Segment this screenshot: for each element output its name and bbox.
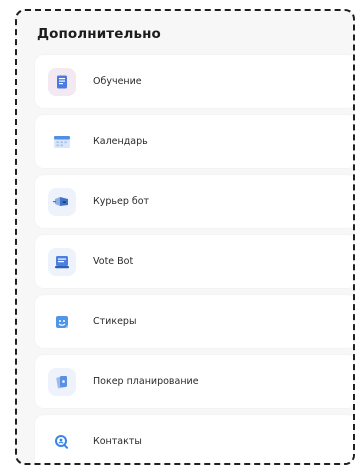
book-icon [48, 67, 76, 96]
menu-list: Обучение Календарь Курьер бот Vote Bot С… [35, 55, 353, 463]
menu-item-label: Календарь [93, 136, 148, 147]
menu-item-label: Обучение [93, 76, 142, 87]
menu-item-label: Покер планирование [93, 376, 199, 387]
poker-cards-icon [48, 367, 76, 396]
menu-item-label: Курьер бот [93, 196, 150, 207]
menu-item-label: Vote Bot [93, 256, 134, 267]
section-title: Дополнительно [37, 26, 161, 42]
calendar-icon [48, 128, 76, 156]
menu-item-courier-bot[interactable]: Курьер бот [35, 175, 353, 228]
menu-item-learning[interactable]: Обучение [35, 55, 353, 108]
menu-item-label: Контакты [93, 436, 142, 447]
menu-item-planning-poker[interactable]: Покер планирование [35, 355, 353, 408]
contacts-search-icon [48, 428, 76, 456]
vote-bot-icon [48, 247, 76, 276]
menu-item-stickers[interactable]: Стикеры [35, 295, 353, 348]
additional-section-panel: Дополнительно Обучение Календарь Курьер … [15, 9, 355, 465]
menu-item-calendar[interactable]: Календарь [35, 115, 353, 168]
courier-bot-icon [48, 187, 76, 216]
menu-item-contacts[interactable]: Контакты [35, 415, 353, 463]
menu-item-vote-bot[interactable]: Vote Bot [35, 235, 353, 288]
sticker-icon [48, 308, 76, 336]
menu-item-label: Стикеры [93, 316, 137, 327]
